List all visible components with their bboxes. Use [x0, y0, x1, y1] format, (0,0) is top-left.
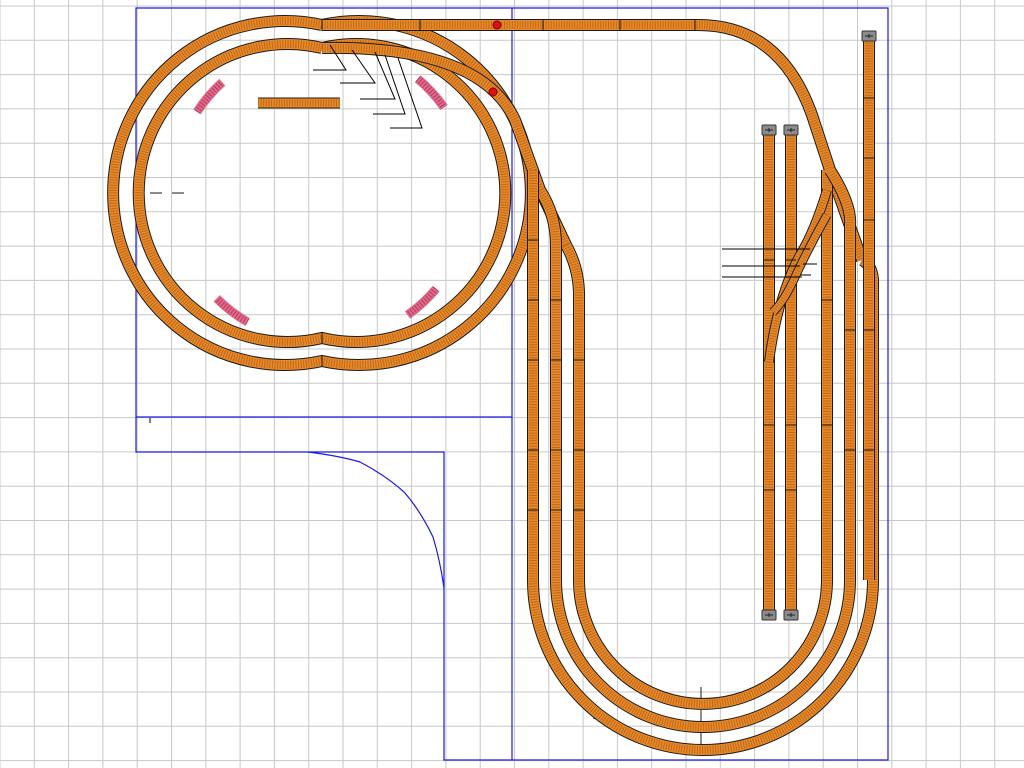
buffer-stop-icon[interactable] — [761, 124, 777, 136]
buffer-stop-icon[interactable] — [783, 124, 799, 136]
red-dot-signal-icon[interactable] — [492, 20, 502, 30]
red-dot-signal-icon[interactable] — [488, 87, 498, 97]
buffer-stop-icon[interactable] — [761, 609, 777, 621]
buffer-stop-icon[interactable] — [783, 609, 799, 621]
crossover-curve-b[interactable] — [769, 212, 831, 316]
track-layer — [107, 15, 879, 756]
crossing-highlights — [193, 75, 448, 326]
track-plan-canvas[interactable] — [0, 0, 1024, 768]
top-main-straight[interactable] — [322, 19, 868, 263]
label-leader-line — [390, 57, 423, 129]
helix-inner-loop[interactable] — [132, 38, 512, 348]
buffer-stop-icon[interactable] — [861, 30, 877, 42]
